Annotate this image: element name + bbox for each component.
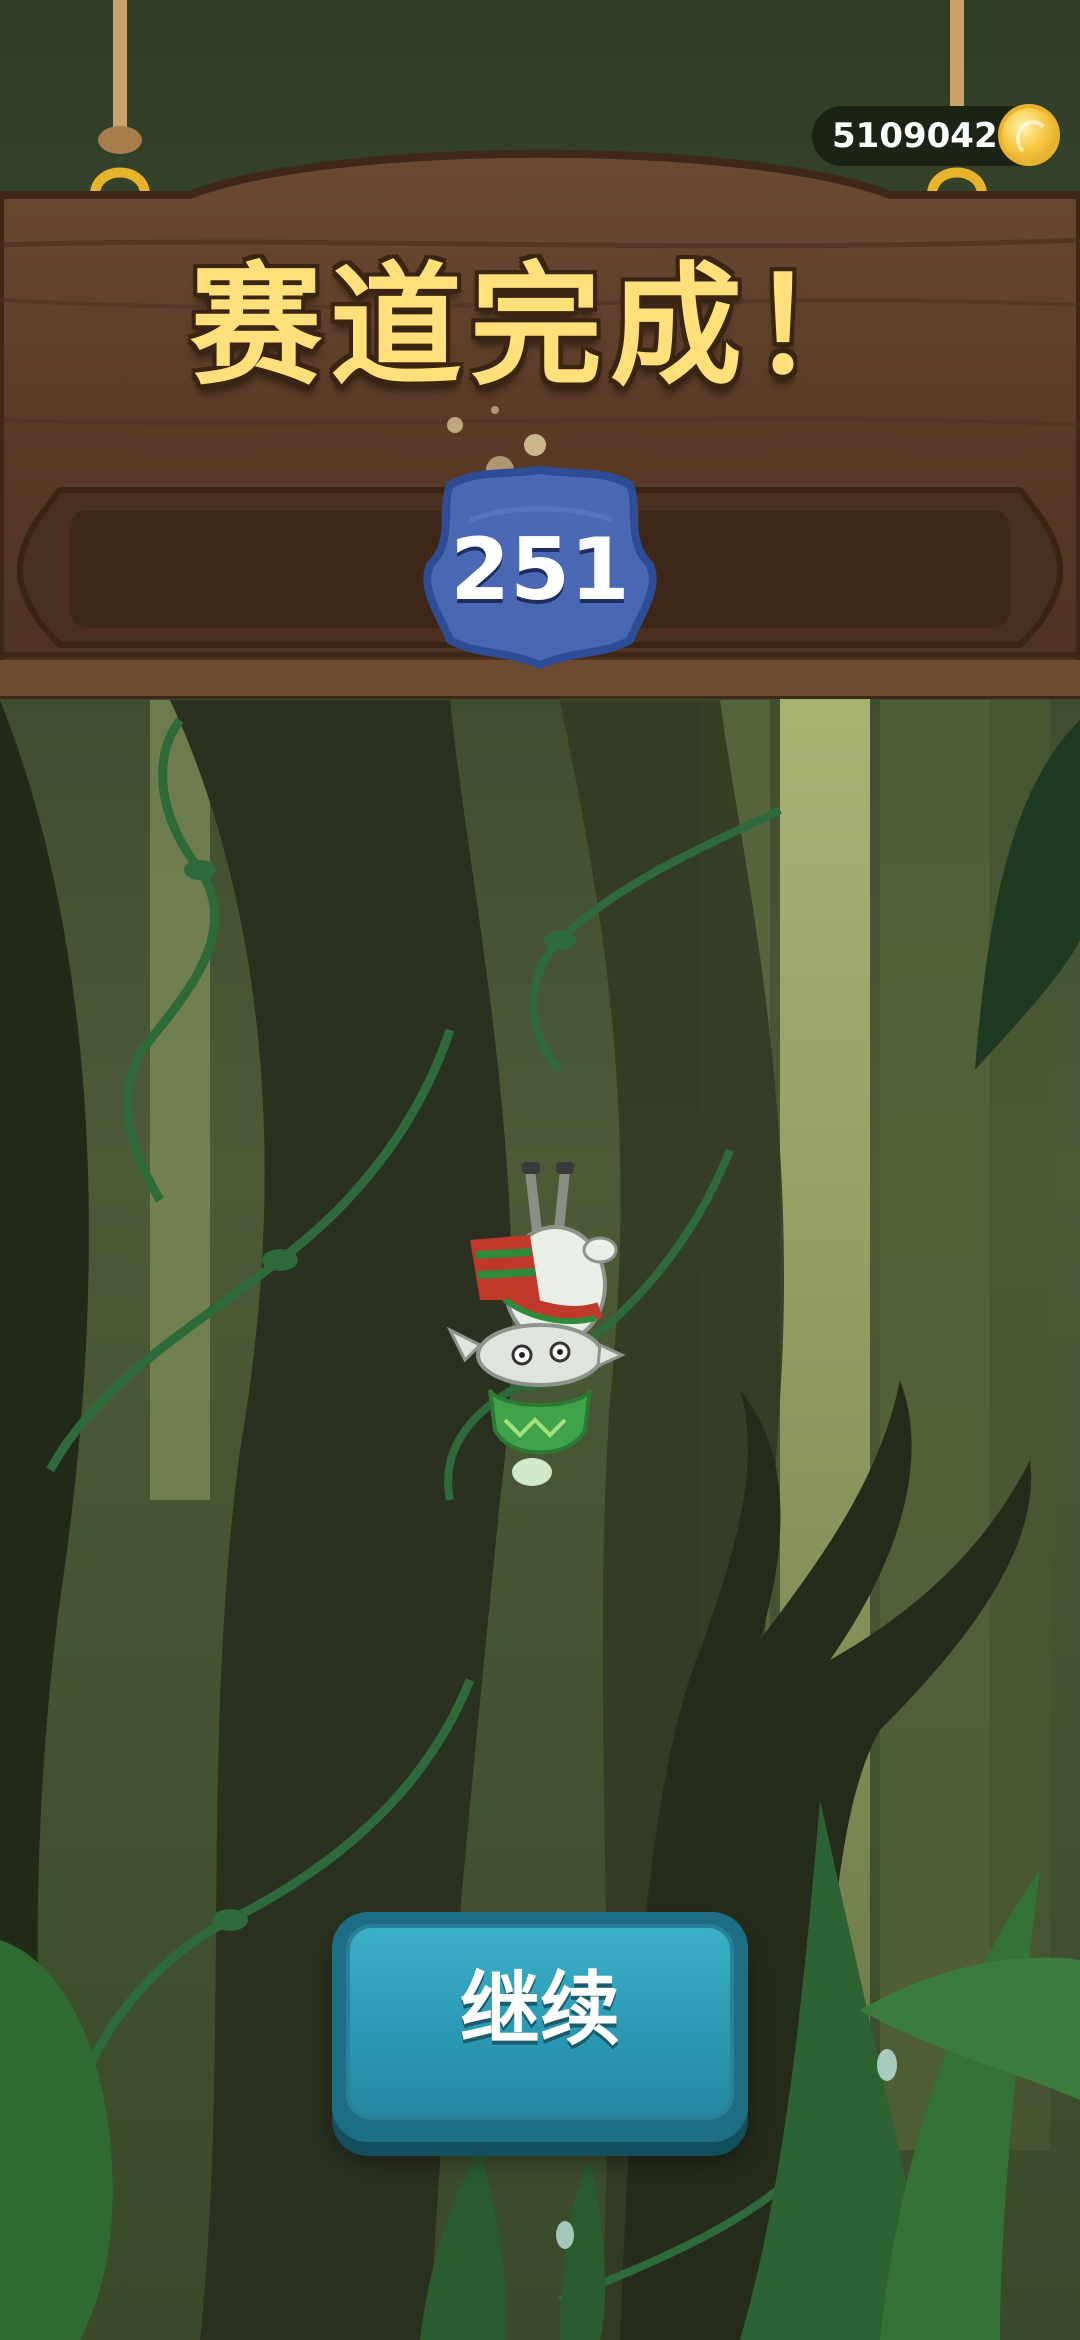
continue-button-label: 继续	[460, 1963, 620, 2056]
gold-coin-icon	[998, 104, 1060, 166]
vine-leaf	[544, 930, 576, 950]
water-drop	[877, 2049, 897, 2081]
goat-head	[476, 1323, 604, 1387]
score-value: 251	[450, 520, 630, 620]
goat-pupil	[557, 1349, 563, 1355]
water-drop	[556, 2221, 574, 2249]
goat-hoof	[522, 1162, 540, 1174]
rope-knot-left	[98, 126, 142, 154]
track-complete-title: 赛道完成！	[190, 250, 890, 404]
sparkle	[524, 434, 546, 456]
sparkle	[447, 417, 463, 433]
light-shaft-left	[150, 700, 210, 1500]
vine-leaf	[262, 1249, 298, 1271]
coin-count: 5109042	[832, 116, 998, 156]
continue-button[interactable]: 继续	[332, 1912, 748, 2142]
goat-tail	[582, 1236, 618, 1264]
vine-leaf	[212, 1909, 248, 1931]
coin-counter: 5109042	[812, 104, 1060, 166]
goat-hoof	[556, 1162, 574, 1174]
goat-beard	[512, 1458, 552, 1486]
goat-pupil	[519, 1352, 525, 1358]
vine-leaf	[184, 860, 216, 880]
